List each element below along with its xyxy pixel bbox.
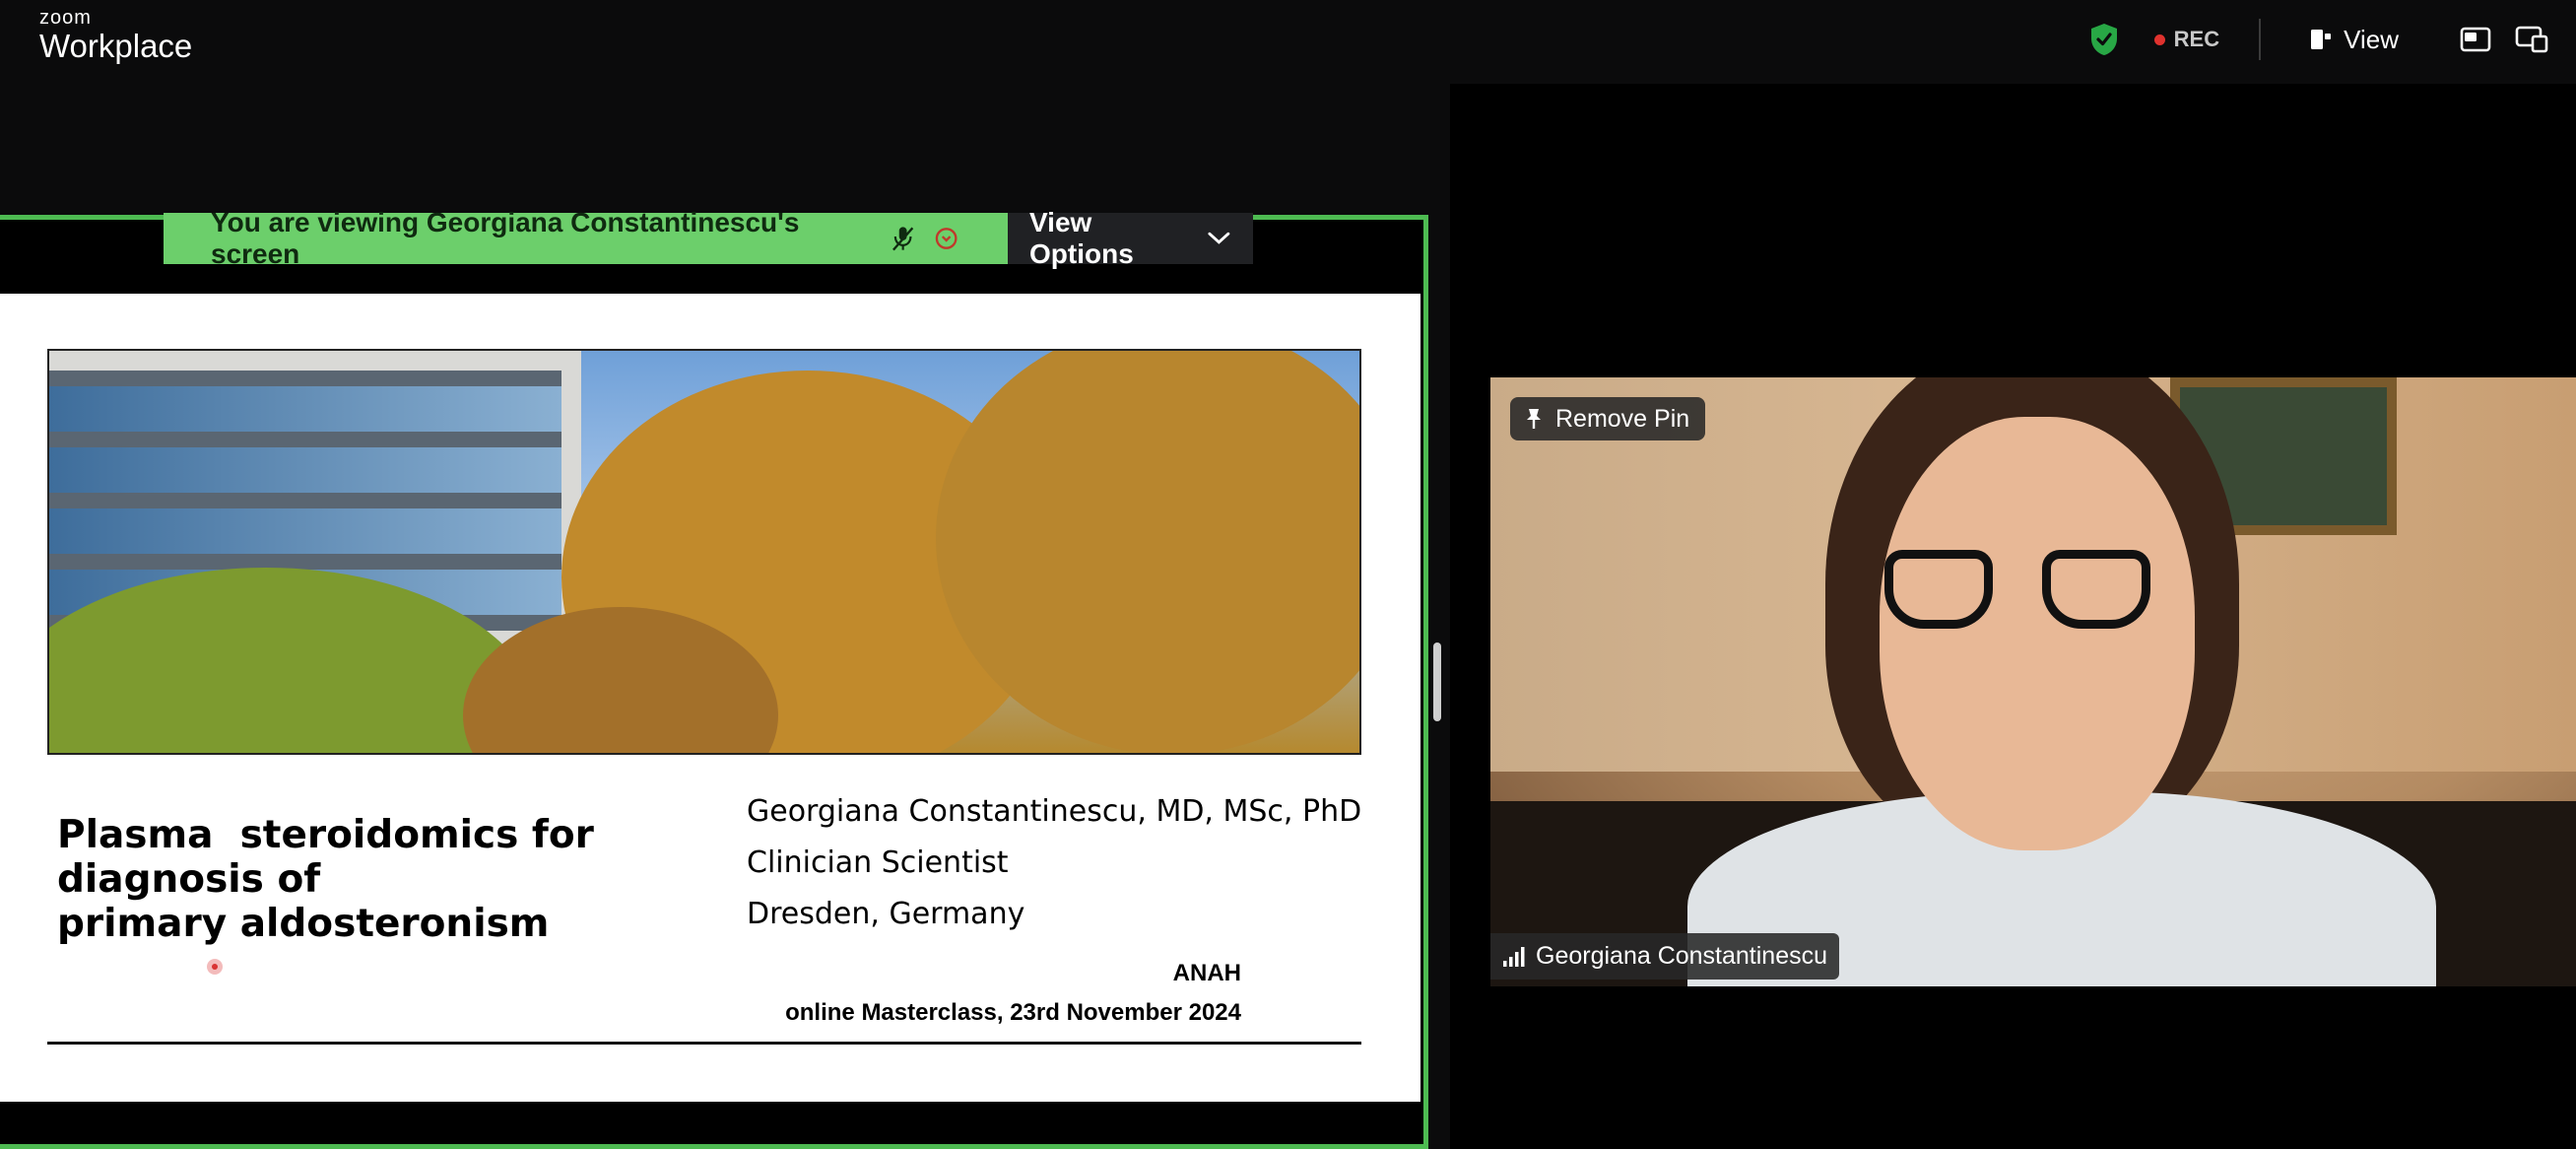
- remote-control-icon[interactable]: [934, 226, 958, 251]
- top-bar: zoom Workplace REC View: [0, 0, 2576, 84]
- view-button[interactable]: View: [2310, 25, 2399, 55]
- view-layout-icon: [2311, 30, 2332, 49]
- speaker-video[interactable]: [1490, 377, 2576, 986]
- participant-name-tag: Georgiana Constantinescu: [1490, 933, 1840, 980]
- slide-divider: [47, 1042, 1361, 1045]
- viewing-banner: You are viewing Georgiana Constantinescu…: [164, 207, 1253, 269]
- multi-screen-icon[interactable]: [2515, 25, 2548, 54]
- recording-indicator[interactable]: REC: [2153, 27, 2220, 52]
- rec-label: REC: [2173, 27, 2220, 51]
- encryption-shield-icon[interactable]: [2089, 23, 2119, 56]
- picture-in-picture-icon[interactable]: [2460, 25, 2493, 54]
- panel-resize-handle[interactable]: [1433, 642, 1441, 721]
- remove-pin-label: Remove Pin: [1555, 404, 1690, 433]
- muted-mic-icon: [892, 227, 914, 251]
- topbar-divider: [2259, 19, 2262, 60]
- view-options-button[interactable]: View Options: [1008, 207, 1253, 269]
- slide-header-photo: [47, 349, 1361, 755]
- remove-pin-button[interactable]: Remove Pin: [1510, 397, 1706, 440]
- view-label: View: [2344, 24, 2399, 54]
- event-name: online Masterclass, 23rd November 2024: [785, 999, 1241, 1026]
- slide-title: Plasma steroidomics for diagnosis of pri…: [57, 813, 594, 946]
- participant-name: Georgiana Constantinescu: [1536, 942, 1828, 970]
- signal-strength-icon: [1503, 946, 1525, 967]
- laser-pointer-icon: [207, 959, 223, 975]
- author-location: Dresden, Germany: [747, 897, 1025, 931]
- slide-author-block: Georgiana Constantinescu, MD, MSc, PhD C…: [747, 786, 1361, 940]
- brand-small: zoom: [39, 7, 92, 29]
- pin-icon: [1527, 409, 1541, 429]
- viewing-text: You are viewing Georgiana Constantinescu…: [211, 207, 800, 269]
- slide-event-block: ANAH online Masterclass, 23rd November 2…: [785, 954, 1241, 1033]
- top-right-controls: REC View: [2089, 18, 2548, 61]
- zoom-workplace-logo: zoom Workplace: [39, 8, 192, 62]
- slide-title-line: primary aldosteronism: [57, 902, 550, 946]
- viewing-status: You are viewing Georgiana Constantinescu…: [164, 207, 1008, 269]
- chevron-down-icon: [1208, 232, 1230, 244]
- record-dot-icon: [2153, 34, 2165, 45]
- event-org: ANAH: [1172, 960, 1241, 986]
- view-options-label: View Options: [1029, 207, 1134, 269]
- slide-title-line: Plasma steroidomics for: [57, 813, 594, 857]
- brand-name: Workplace: [39, 28, 193, 64]
- author-name: Georgiana Constantinescu, MD, MSc, PhD: [747, 794, 1362, 829]
- author-role: Clinician Scientist: [747, 845, 1009, 880]
- presentation-slide: Plasma steroidomics for diagnosis of pri…: [0, 294, 1420, 1102]
- slide-title-line: diagnosis of: [57, 857, 321, 902]
